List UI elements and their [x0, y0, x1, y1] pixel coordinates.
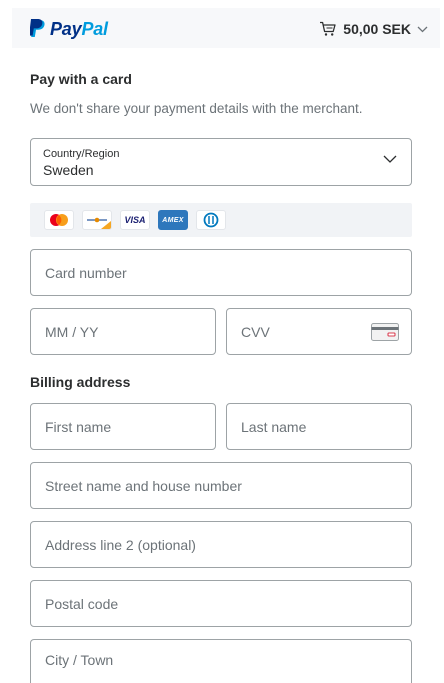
card-number-field[interactable] — [30, 249, 412, 296]
street-field[interactable] — [30, 462, 412, 509]
maestro-icon — [82, 210, 112, 230]
address-line-2-input[interactable] — [31, 522, 411, 567]
postal-code-input[interactable] — [31, 581, 411, 626]
cart-icon — [320, 21, 336, 36]
cart-summary-button[interactable]: 50,00 SEK — [319, 19, 428, 39]
chevron-down-icon — [417, 26, 428, 32]
postal-code-field[interactable] — [30, 580, 412, 627]
amex-label: AMEX — [162, 216, 184, 224]
paypal-p-icon — [30, 19, 45, 37]
card-number-input[interactable] — [31, 250, 411, 295]
cart-total: 50,00 SEK — [343, 21, 411, 37]
paypal-wordmark: PayPal — [50, 18, 108, 39]
country-select[interactable]: Country/Region Sweden — [30, 138, 412, 186]
privacy-note: We don't share your payment details with… — [30, 101, 363, 116]
amex-icon: AMEX — [158, 210, 188, 230]
cvv-card-icon — [371, 323, 399, 341]
address-line-2-field[interactable] — [30, 521, 412, 568]
country-label: Country/Region — [43, 148, 120, 160]
expiry-input[interactable] — [31, 309, 215, 354]
first-name-field[interactable] — [30, 403, 216, 450]
visa-icon: VISA — [120, 210, 150, 230]
header-bar: PayPal 50,00 SEK — [12, 8, 440, 48]
street-input[interactable] — [31, 463, 411, 508]
country-value: Sweden — [43, 162, 94, 178]
paypal-logo: PayPal — [30, 17, 108, 41]
first-name-input[interactable] — [31, 404, 215, 449]
chevron-down-icon — [383, 155, 397, 163]
billing-address-title: Billing address — [30, 374, 131, 390]
visa-label: VISA — [124, 215, 146, 225]
diners-club-icon — [196, 210, 226, 230]
mastercard-icon — [44, 210, 74, 230]
last-name-input[interactable] — [227, 404, 411, 449]
pay-with-card-title: Pay with a card — [30, 71, 132, 87]
expiry-field[interactable] — [30, 308, 216, 355]
last-name-field[interactable] — [226, 403, 412, 450]
accepted-cards-strip: VISA AMEX — [30, 203, 412, 237]
cvv-field[interactable] — [226, 308, 412, 355]
city-field[interactable] — [30, 639, 412, 683]
